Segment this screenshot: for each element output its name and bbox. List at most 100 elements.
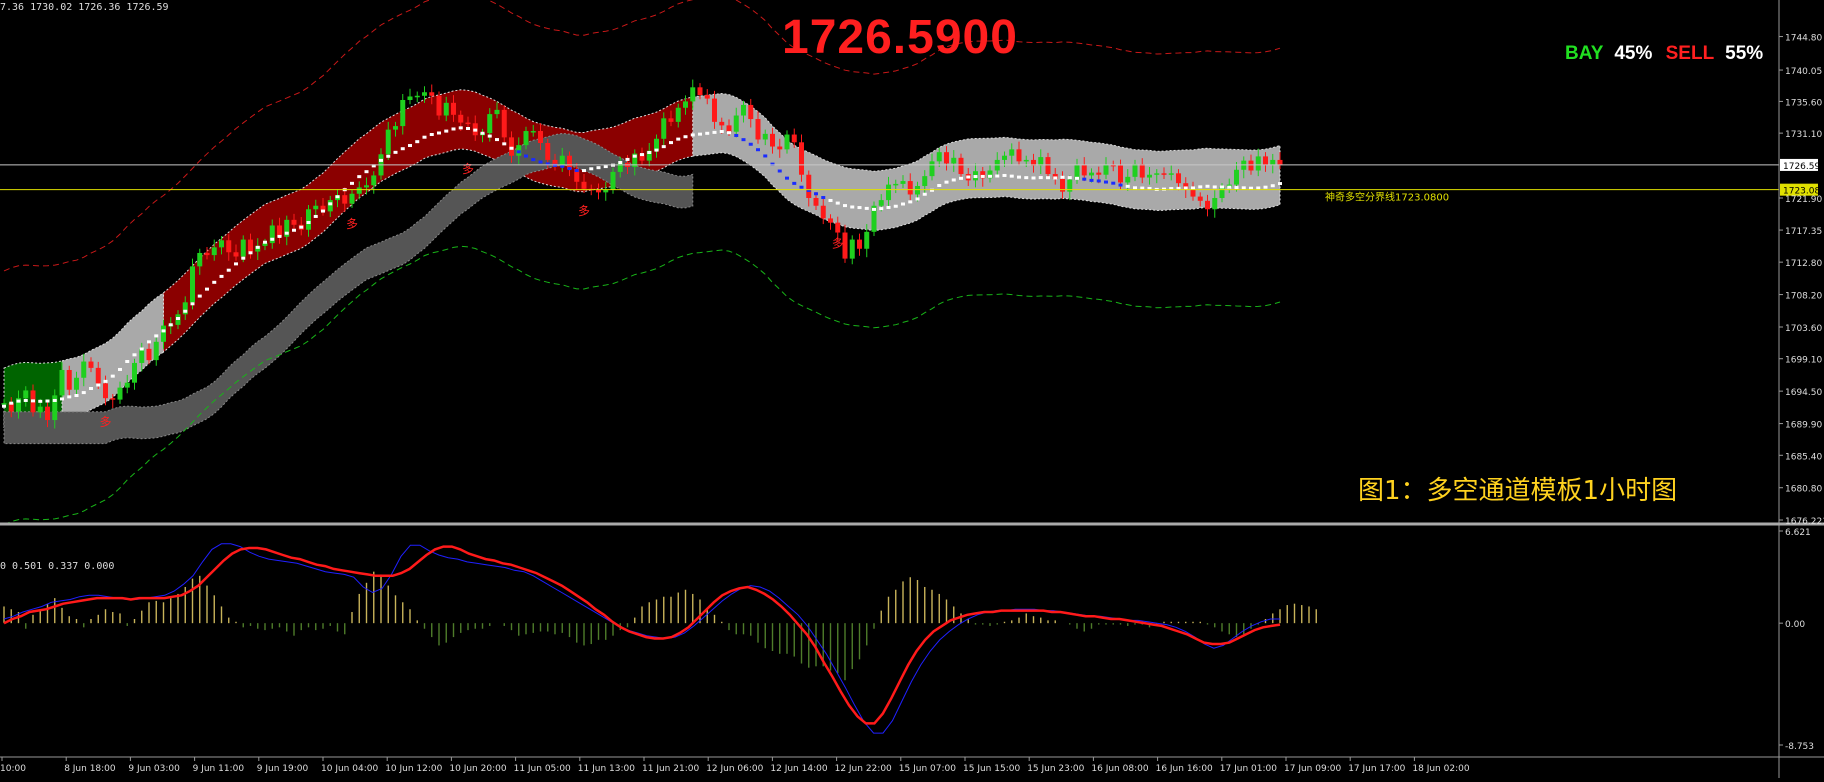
- candle-body: [951, 157, 957, 164]
- candle-body: [465, 122, 471, 125]
- trend-marker: [676, 137, 681, 141]
- sell-label: SELL: [1665, 43, 1714, 64]
- candle-body: [371, 175, 377, 186]
- trend-marker: [1060, 175, 1065, 179]
- candle-body: [929, 161, 935, 177]
- trend-marker: [1241, 186, 1246, 190]
- candle-body: [661, 118, 667, 139]
- candle-body: [59, 369, 65, 396]
- price-tick-label: 1744.80: [1785, 34, 1822, 44]
- trend-marker: [850, 205, 855, 209]
- candle-body: [922, 176, 928, 187]
- candle-body: [88, 361, 94, 368]
- macd-tick-label: -8.753: [1785, 742, 1814, 752]
- sell-percent: 55%: [1725, 43, 1764, 64]
- candle-body: [487, 114, 493, 134]
- trend-marker: [16, 399, 21, 403]
- trend-marker: [741, 138, 746, 142]
- price-tick-label: 1712.80: [1785, 259, 1822, 269]
- time-tick-label: 18 Jun 02:00: [1412, 764, 1469, 774]
- candle-body: [538, 131, 543, 144]
- candle-body: [784, 134, 790, 150]
- trend-marker: [255, 245, 260, 249]
- signal-arrow-label: 多: [346, 217, 358, 231]
- trend-marker: [292, 228, 296, 232]
- macd-tick-label: 6.621: [1785, 528, 1811, 538]
- trend-marker: [509, 146, 514, 150]
- candle-body: [777, 146, 783, 150]
- candle-body: [219, 240, 224, 248]
- trend-marker: [1162, 187, 1166, 191]
- trend-marker: [415, 140, 420, 144]
- time-tick-label: 12 Jun 06:00: [706, 764, 763, 774]
- trend-marker: [118, 367, 122, 371]
- candle-body: [893, 183, 899, 186]
- candle-body: [741, 104, 746, 116]
- candle-body: [762, 133, 768, 140]
- threshold-label: 神奇多空分界线1723.0800: [1325, 191, 1449, 204]
- trend-marker: [466, 127, 470, 131]
- candle-body: [545, 143, 551, 160]
- price-tick-label: 1740.05: [1785, 67, 1822, 77]
- signal-arrow-label: 多: [462, 162, 474, 176]
- trend-marker: [1118, 183, 1123, 187]
- candle-body: [1161, 173, 1167, 175]
- trend-marker: [1067, 176, 1072, 180]
- candle-body: [610, 171, 616, 190]
- trend-marker: [763, 154, 768, 158]
- candle-body: [95, 367, 101, 384]
- trend-marker: [1198, 185, 1203, 189]
- candle-body: [849, 239, 855, 259]
- time-tick-label: 10 Jun 20:00: [449, 764, 506, 774]
- candle-body: [791, 134, 797, 143]
- time-tick-label: 8 Jun 18:00: [64, 764, 116, 774]
- trend-marker: [690, 133, 695, 137]
- price-tick-label: 1694.50: [1785, 388, 1822, 398]
- trend-marker: [654, 148, 659, 152]
- candle-body: [690, 87, 696, 102]
- price-tick-label: 1699.10: [1785, 356, 1822, 366]
- trend-marker: [67, 395, 72, 399]
- trend-marker: [321, 209, 325, 213]
- price-tick-label: 1735.60: [1785, 98, 1822, 108]
- trend-marker: [516, 150, 521, 154]
- candle-body: [1154, 173, 1160, 175]
- candle-body: [429, 92, 435, 96]
- trend-marker: [2, 404, 6, 408]
- candle-body: [878, 200, 884, 206]
- candle-body: [799, 142, 804, 175]
- candle-body: [313, 205, 319, 210]
- price-tick-label: 1721.90: [1785, 195, 1822, 205]
- candle-body: [458, 114, 464, 123]
- trend-marker: [422, 135, 427, 139]
- candle-body: [226, 240, 232, 253]
- trend-marker: [313, 214, 318, 218]
- trend-marker: [23, 398, 28, 402]
- candle-body: [139, 348, 145, 363]
- candle-body: [958, 157, 964, 175]
- trend-marker: [1140, 186, 1145, 190]
- trend-marker: [335, 195, 340, 199]
- candle-body: [581, 181, 587, 189]
- trend-marker: [1089, 178, 1094, 182]
- trend-marker: [190, 302, 195, 306]
- trend-marker: [937, 184, 942, 188]
- candle-body: [342, 195, 348, 204]
- time-tick-label: 12 Jun 22:00: [835, 764, 892, 774]
- candle-body: [509, 137, 514, 156]
- price-tick-label: 1685.40: [1785, 452, 1822, 462]
- candle-body: [523, 131, 529, 146]
- candle-body: [1270, 159, 1276, 165]
- trend-marker: [1038, 176, 1043, 180]
- price-tick-label: 1708.20: [1785, 292, 1822, 302]
- trend-marker: [9, 401, 14, 405]
- candle-body: [944, 152, 949, 164]
- candle-body: [306, 209, 311, 230]
- trend-marker: [1104, 180, 1108, 184]
- price-chart[interactable]: 多多多多多 神奇多空分界线1723.0800 1744.801740.05173…: [0, 0, 1824, 778]
- trend-marker: [1009, 174, 1014, 178]
- time-tick-label: 11 Jun 21:00: [642, 764, 699, 774]
- trend-marker: [669, 141, 673, 145]
- candle-body: [153, 341, 159, 361]
- trend-marker: [538, 160, 543, 164]
